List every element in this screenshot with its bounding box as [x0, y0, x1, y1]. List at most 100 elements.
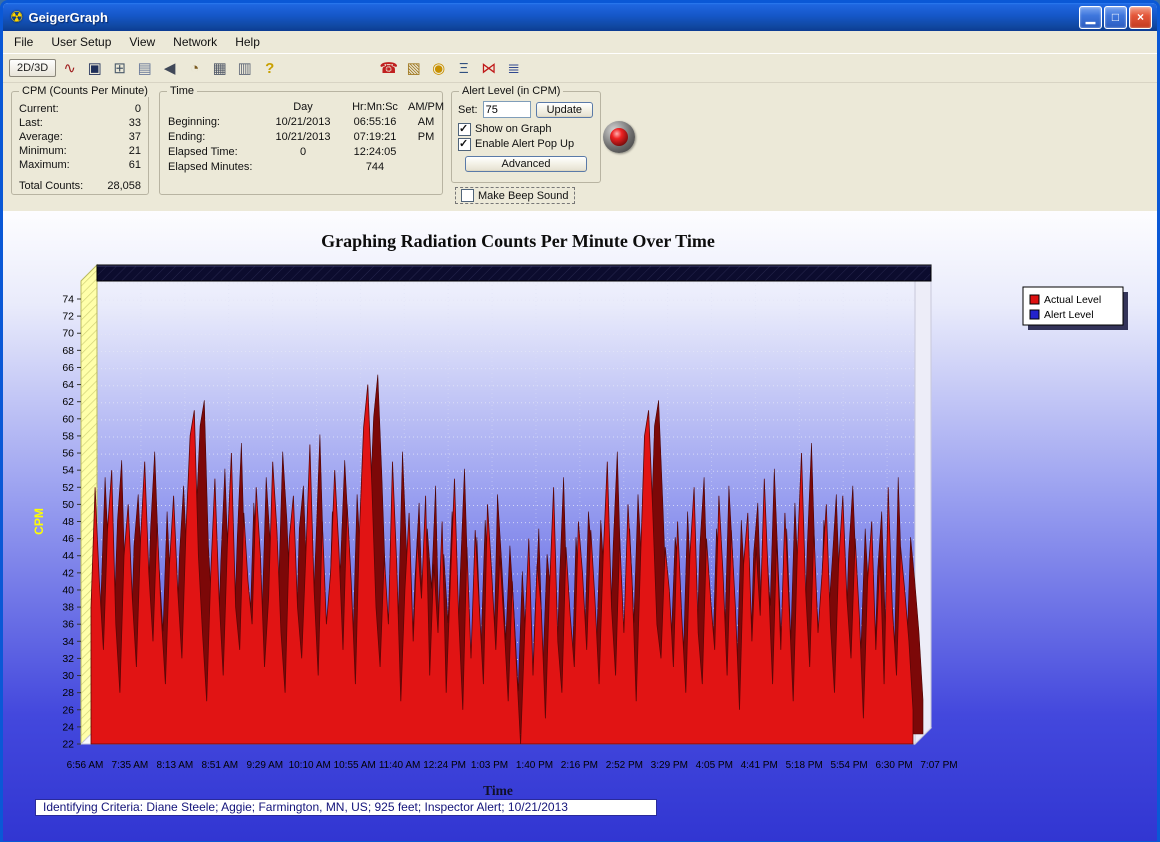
window-controls: ▁ □ ×: [1079, 5, 1152, 29]
time-ending-hms: 07:19:21: [353, 131, 397, 143]
toolbar: 2D/3D ∿ ▣ ⊞ ▤ ◀ ◔ ▦ ▥ ? ☎ ▧ ◉ Ξ ⋈ ≣: [3, 53, 1157, 83]
menu-help[interactable]: Help: [226, 32, 269, 52]
show-on-graph-label: Show on Graph: [475, 123, 552, 135]
cpm-minimum-label: Minimum:: [19, 145, 67, 157]
svg-text:60: 60: [62, 413, 74, 425]
mode-2d3d-button[interactable]: 2D/3D: [9, 59, 57, 77]
bell-icon[interactable]: ◉: [427, 57, 450, 80]
elapsed-minutes-value: 744: [365, 161, 385, 173]
tape-icon[interactable]: ▥: [233, 57, 256, 80]
make-beep-sound-checkbox[interactable]: [461, 189, 474, 202]
svg-text:24: 24: [62, 721, 74, 733]
calculator-icon[interactable]: ⊞: [108, 57, 131, 80]
cpm-groupbox-title: CPM (Counts Per Minute): [19, 85, 151, 97]
time-ending-ampm: PM: [417, 131, 435, 143]
svg-text:54: 54: [62, 465, 74, 477]
svg-text:5:18 PM: 5:18 PM: [786, 760, 823, 771]
network-icon[interactable]: ≣: [502, 57, 525, 80]
make-beep-sound-label: Make Beep Sound: [478, 189, 569, 202]
time-beginning-label: Beginning:: [168, 116, 220, 128]
cpm-maximum-value: 61: [128, 159, 141, 171]
calendar-icon[interactable]: ▧: [402, 57, 425, 80]
enable-alert-popup-label: Enable Alert Pop Up: [475, 138, 575, 150]
time-header-day: Day: [293, 101, 313, 113]
printer-icon[interactable]: ▦: [208, 57, 231, 80]
make-beep-sound-row: Make Beep Sound: [455, 187, 575, 204]
svg-text:38: 38: [62, 602, 74, 614]
time-ending-day: 10/21/2013: [275, 131, 331, 143]
scales-icon[interactable]: Ξ: [452, 57, 475, 80]
cpm-groupbox: CPM (Counts Per Minute) Current: 0 Last: 3…: [11, 85, 151, 195]
svg-text:2:52 PM: 2:52 PM: [606, 760, 643, 771]
elapsed-time-label: Elapsed Time:: [168, 146, 238, 158]
svg-text:56: 56: [62, 448, 74, 460]
svg-text:52: 52: [62, 482, 74, 494]
svg-text:8:51 AM: 8:51 AM: [201, 760, 238, 771]
help-icon[interactable]: ?: [258, 57, 281, 80]
ribbon-icon[interactable]: ⋈: [477, 57, 500, 80]
update-button[interactable]: Update: [535, 101, 594, 118]
speaker-icon[interactable]: ◀: [158, 57, 181, 80]
menu-file[interactable]: File: [5, 32, 42, 52]
menu-user-setup[interactable]: User Setup: [42, 32, 120, 52]
svg-text:40: 40: [62, 585, 74, 597]
svg-text:12:24 PM: 12:24 PM: [423, 760, 466, 771]
identifying-criteria-bar: Identifying Criteria: Diane Steele; Aggi…: [35, 799, 657, 816]
alert-set-label: Set:: [458, 103, 478, 116]
time-ending-label: Ending:: [168, 131, 206, 143]
menu-network[interactable]: Network: [164, 32, 226, 52]
time-header-hms: Hr:Mn:Sc: [352, 101, 398, 113]
svg-text:64: 64: [62, 379, 74, 391]
elapsed-time-ampm: [408, 145, 444, 160]
maximize-button[interactable]: □: [1104, 5, 1127, 29]
phone-icon[interactable]: ☎: [377, 57, 400, 80]
time-beginning-day: 10/21/2013: [275, 116, 331, 128]
svg-text:10:55 AM: 10:55 AM: [334, 760, 376, 771]
svg-text:48: 48: [62, 516, 74, 528]
svg-text:6:56 AM: 6:56 AM: [67, 760, 104, 771]
alert-groupbox-title: Alert Level (in CPM): [459, 85, 564, 97]
svg-text:46: 46: [62, 533, 74, 545]
window-title: GeigerGraph: [28, 9, 108, 25]
svg-text:30: 30: [62, 670, 74, 682]
svg-text:32: 32: [62, 653, 74, 665]
svg-text:1:40 PM: 1:40 PM: [516, 760, 553, 771]
svg-text:11:40 AM: 11:40 AM: [379, 760, 421, 771]
time-beginning-ampm: AM: [417, 116, 435, 128]
svg-text:10:10 AM: 10:10 AM: [289, 760, 331, 771]
time-table: Day Hr:Mn:Sc AM/PM Beginning: 10/21/2013…: [168, 100, 444, 175]
svg-text:7:07 PM: 7:07 PM: [920, 760, 957, 771]
svg-text:26: 26: [62, 704, 74, 716]
chart-area: 22 24 26 28 30 32 34 36 38 40 42 44 46 48 50 52 54 56 58 60…: [3, 211, 1157, 841]
svg-text:42: 42: [62, 567, 74, 579]
svg-text:74: 74: [62, 294, 74, 306]
geigergraph-window: ☢ GeigerGraph ▁ □ × File User Setup View…: [0, 0, 1160, 842]
svg-text:6:30 PM: 6:30 PM: [875, 760, 912, 771]
advanced-button[interactable]: Advanced: [465, 156, 587, 172]
clock-icon[interactable]: ◔: [183, 57, 206, 80]
svg-text:4:41 PM: 4:41 PM: [741, 760, 778, 771]
enable-alert-popup-checkbox[interactable]: [458, 137, 471, 152]
elapsed-minutes-day: [264, 160, 342, 175]
elapsed-time-hms: 12:24:05: [353, 146, 397, 158]
svg-text:5:54 PM: 5:54 PM: [830, 760, 867, 771]
svg-text:66: 66: [62, 362, 74, 374]
cpm-last-label: Last:: [19, 117, 43, 129]
alert-set-input[interactable]: [482, 101, 531, 118]
x-axis-title: Time: [483, 783, 513, 798]
alert-led-light: [610, 128, 628, 146]
show-on-graph-checkbox[interactable]: [458, 122, 471, 137]
alert-level-groupbox: Alert Level (in CPM) Set: Update Show on…: [451, 85, 601, 183]
report-icon[interactable]: ▤: [133, 57, 156, 80]
cpm-last-value: 33: [128, 117, 141, 129]
menu-view[interactable]: View: [120, 32, 164, 52]
svg-text:68: 68: [62, 345, 74, 357]
save-icon[interactable]: ▣: [83, 57, 106, 80]
minimize-button[interactable]: ▁: [1079, 5, 1102, 29]
title-bar: ☢ GeigerGraph ▁ □ ×: [3, 3, 1157, 31]
svg-text:8:13 AM: 8:13 AM: [157, 760, 194, 771]
stats-panel-area: CPM (Counts Per Minute) Current: 0 Last: 3…: [3, 83, 1157, 211]
close-button[interactable]: ×: [1129, 5, 1152, 29]
waveform-icon[interactable]: ∿: [58, 57, 81, 80]
cpm-average-label: Average:: [19, 131, 63, 143]
